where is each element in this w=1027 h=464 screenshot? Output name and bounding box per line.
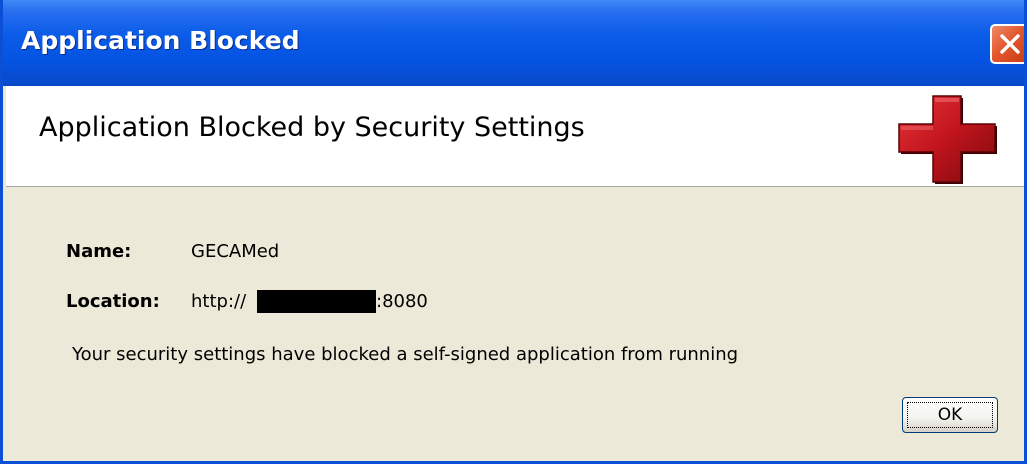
header-panel: Application Blocked by Security Settings (6, 86, 1024, 187)
dialog-window: Application Blocked Application Blocked … (0, 0, 1027, 464)
block-message: Your security settings have blocked a se… (72, 344, 739, 365)
name-label: Name: (66, 241, 132, 262)
red-cross-icon (898, 95, 997, 184)
close-button[interactable] (990, 24, 1024, 64)
name-value: GECAMed (191, 241, 280, 262)
close-icon (1000, 34, 1020, 54)
title-bar[interactable]: Application Blocked (3, 0, 1024, 86)
location-label: Location: (66, 291, 160, 312)
location-prefix: http:// (191, 291, 247, 312)
window-title: Application Blocked (21, 26, 300, 55)
location-port: :8080 (376, 291, 428, 312)
ok-button[interactable]: OK (902, 397, 998, 433)
ok-button-label: OK (937, 405, 963, 425)
header-title: Application Blocked by Security Settings (39, 112, 585, 143)
redacted-host (257, 290, 376, 313)
